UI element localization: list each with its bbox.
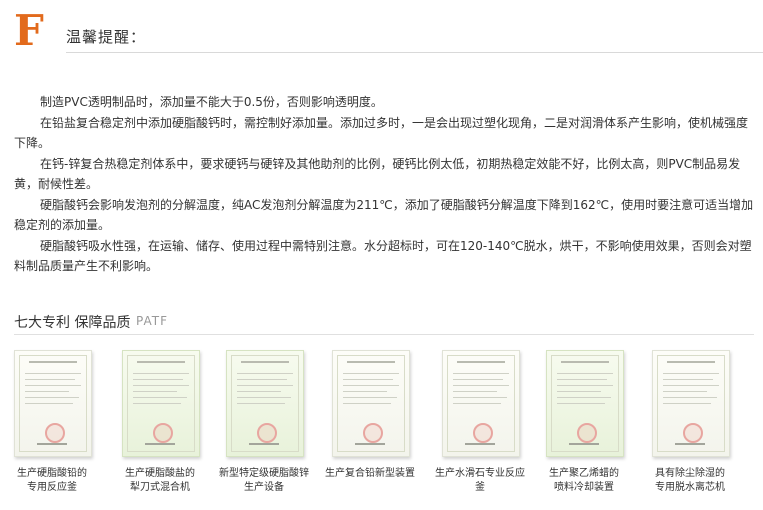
patent-title: 七大专利 保障品质: [14, 315, 131, 331]
certificate-card[interactable]: 生产水滑石专业反应釜: [435, 350, 528, 495]
certificate-image[interactable]: [226, 350, 304, 457]
certificate-caption: 生产硬脂酸盐的 犁刀式混合机: [125, 468, 195, 493]
certificate-card[interactable]: 生产硬脂酸铅的 专用反应釜: [10, 350, 100, 495]
seal-icon: [577, 423, 597, 443]
seal-icon: [257, 423, 277, 443]
tip-paragraph: 硬脂酸钙会影响发泡剂的分解温度，纯AC发泡剂分解温度为211℃，添加了硬脂酸钙分…: [14, 197, 754, 233]
tip-paragraph: 在铅盐复合稳定剂中添加硬脂酸钙时，需控制好添加量。添加过多时，一是会出现过塑化现…: [14, 115, 749, 151]
seal-icon: [683, 423, 703, 443]
seal-icon: [153, 423, 173, 443]
certificate-caption: 生产复合铅新型装置: [325, 468, 415, 479]
certificate-image[interactable]: [442, 350, 520, 457]
seal-icon: [473, 423, 493, 443]
certificate-image[interactable]: [14, 350, 92, 457]
logo-f: F: [14, 6, 44, 55]
certificate-caption: 具有除尘除湿的 专用脱水离芯机: [655, 468, 725, 493]
certificate-card[interactable]: 生产聚乙烯蜡的 喷料冷却装置: [542, 350, 632, 495]
certificate-card[interactable]: 生产硬脂酸盐的 犁刀式混合机: [118, 350, 208, 495]
certificate-image[interactable]: [122, 350, 200, 457]
patent-subtitle: PATF: [136, 314, 168, 328]
tip-paragraph: 硬脂酸钙吸水性强，在运输、储存、使用过程中需特别注意。水分超标时，可在120-1…: [14, 238, 752, 274]
seal-icon: [45, 423, 65, 443]
certificate-card[interactable]: 新型特定级硬脂酸锌 生产设备: [219, 350, 312, 495]
certificate-caption: 生产硬脂酸铅的 专用反应釜: [17, 468, 87, 493]
patent-certificates: 生产硬脂酸铅的 专用反应釜 生产硬脂酸盐的 犁刀式混合机 新型特定级硬脂酸锌 生产设备: [0, 350, 763, 500]
tip-paragraph: 制造PVC透明制品时，添加量不能大于0.5份，否则影响透明度。: [40, 95, 383, 109]
section-title: 温馨提醒：: [66, 28, 147, 46]
certificate-card[interactable]: 生产复合铅新型装置: [325, 350, 418, 481]
patent-header: 七大专利 保障品质 PATF: [14, 312, 754, 335]
seal-icon: [363, 423, 383, 443]
tip-paragraph: 在钙-锌复合热稳定剂体系中，要求硬钙与硬锌及其他助剂的比例，硬钙比例太低，初期热…: [14, 156, 741, 192]
certificate-card[interactable]: 具有除尘除湿的 专用脱水离芯机: [648, 350, 738, 495]
certificate-caption: 生产水滑石专业反应釜: [435, 468, 525, 493]
section-header: F 温馨提醒：: [14, 6, 763, 55]
divider: [14, 334, 754, 335]
certificate-image[interactable]: [652, 350, 730, 457]
certificate-image[interactable]: [546, 350, 624, 457]
certificate-image[interactable]: [332, 350, 410, 457]
certificate-caption: 生产聚乙烯蜡的 喷料冷却装置: [549, 468, 619, 493]
divider: [66, 52, 763, 53]
certificate-caption: 新型特定级硬脂酸锌 生产设备: [219, 468, 309, 493]
tips-body: 制造PVC透明制品时，添加量不能大于0.5份，否则影响透明度。 在铅盐复合稳定剂…: [14, 92, 754, 277]
